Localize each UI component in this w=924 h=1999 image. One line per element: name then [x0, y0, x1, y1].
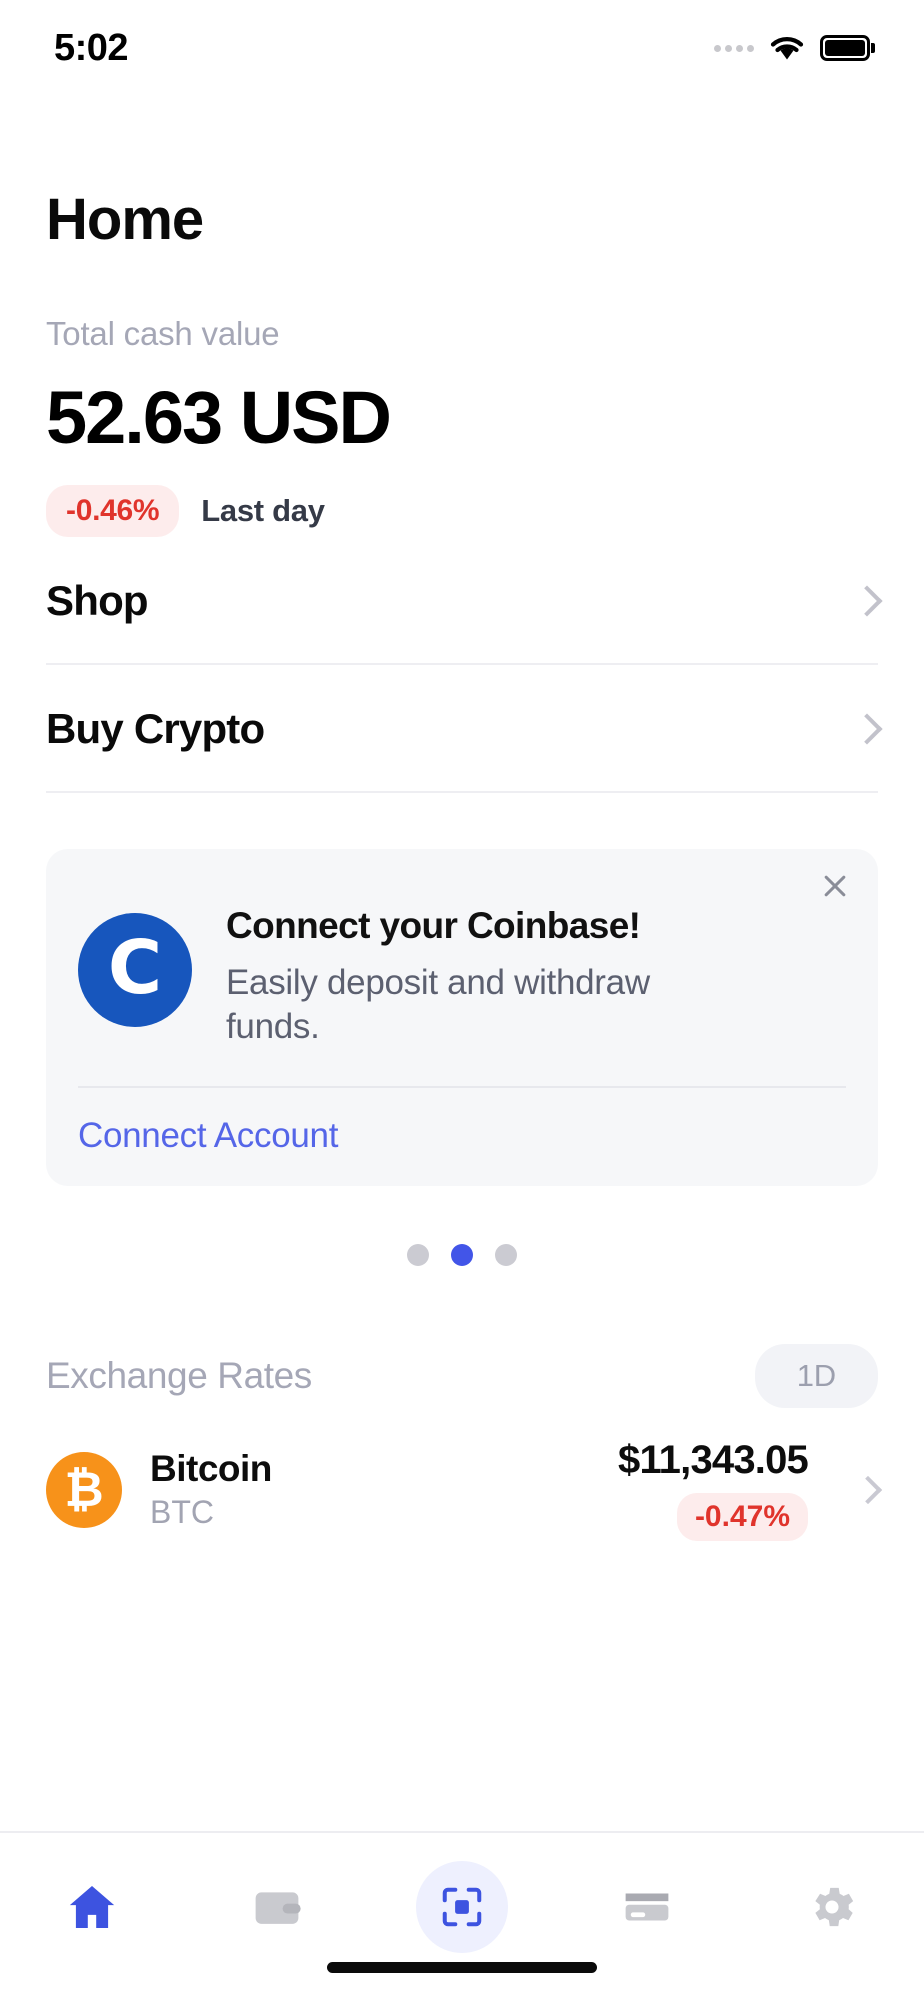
gear-icon	[814, 1887, 853, 1927]
list-item[interactable]: ₿ Bitcoin BTC $11,343.05 -0.47%	[0, 1408, 924, 1542]
exchange-rates-header: Exchange Rates 1D	[0, 1344, 924, 1409]
tab-home[interactable]	[32, 1865, 152, 1949]
credit-card-icon	[625, 1893, 669, 1921]
time-range-chip[interactable]: 1D	[754, 1344, 878, 1409]
status-bar: 5:02	[0, 0, 924, 96]
nav-row-label: Buy Crypto	[46, 704, 265, 752]
wifi-icon	[770, 35, 804, 61]
balance-change-row: -0.46% Last day	[46, 484, 878, 537]
nav-row-shop[interactable]: Shop	[46, 537, 883, 665]
section-title: Exchange Rates	[46, 1355, 312, 1397]
signal-dots-icon	[714, 44, 754, 52]
coin-price-block: $11,343.05 -0.47%	[618, 1438, 809, 1542]
coin-ticker: BTC	[150, 1494, 214, 1531]
page-title: Home	[46, 187, 204, 252]
carousel-dot-2[interactable]	[451, 1244, 473, 1267]
status-time: 5:02	[54, 26, 129, 69]
bitcoin-icon: ₿	[46, 1451, 122, 1528]
coin-change-badge: -0.47%	[676, 1493, 808, 1542]
close-icon[interactable]	[820, 871, 850, 901]
change-period-label: Last day	[201, 492, 325, 528]
chevron-right-icon	[853, 1475, 883, 1504]
coinbase-logo-icon: C	[78, 912, 192, 1027]
tab-card[interactable]	[587, 1865, 707, 1949]
battery-full-icon	[820, 35, 870, 61]
carousel-dot-3[interactable]	[495, 1244, 517, 1267]
carousel-dots[interactable]	[0, 1244, 924, 1267]
promo-subtitle: Easily deposit and withdraw funds.	[226, 962, 650, 1047]
promo-text: Connect your Coinbase! Easily deposit an…	[226, 905, 846, 1051]
promo-body: C Connect your Coinbase! Easily deposit …	[78, 883, 846, 1061]
chevron-right-icon	[851, 713, 883, 745]
promo-card-coinbase[interactable]: C Connect your Coinbase! Easily deposit …	[46, 848, 878, 1187]
promo-title: Connect your Coinbase!	[226, 904, 641, 946]
tab-wallet[interactable]	[217, 1865, 337, 1949]
nav-row-buy-crypto[interactable]: Buy Crypto	[46, 665, 883, 793]
coin-names: Bitcoin BTC	[150, 1448, 590, 1531]
status-indicators	[714, 35, 870, 61]
coinbase-logo-letter: C	[107, 924, 163, 1011]
bitcoin-glyph: ₿	[64, 1461, 104, 1518]
status-badge: -0.46%	[46, 484, 180, 537]
coin-price: $11,343.05	[618, 1438, 809, 1483]
tab-settings[interactable]	[772, 1865, 892, 1949]
connect-account-button[interactable]: Connect Account	[78, 1088, 846, 1156]
nav-row-label: Shop	[46, 576, 149, 624]
total-cash-label: Total cash value	[46, 315, 280, 352]
balance-amount: 52.63 USD	[46, 376, 392, 459]
scan-qr-icon	[442, 1887, 482, 1927]
wallet-icon	[255, 1892, 301, 1924]
home-icon	[70, 1886, 115, 1928]
tab-scan[interactable]	[402, 1861, 522, 1953]
coin-name: Bitcoin	[150, 1448, 272, 1490]
bottom-tab-bar	[0, 1831, 924, 1999]
app-screen: 5:02 Home Total cash value 52.63 USD -0.…	[0, 0, 924, 1999]
chevron-right-icon	[851, 585, 883, 617]
scan-button-bg	[415, 1861, 508, 1953]
carousel-dot-1[interactable]	[407, 1244, 429, 1267]
home-indicator	[327, 1962, 597, 1973]
scroll-content: Home Total cash value 52.63 USD -0.46% L…	[0, 96, 924, 1999]
